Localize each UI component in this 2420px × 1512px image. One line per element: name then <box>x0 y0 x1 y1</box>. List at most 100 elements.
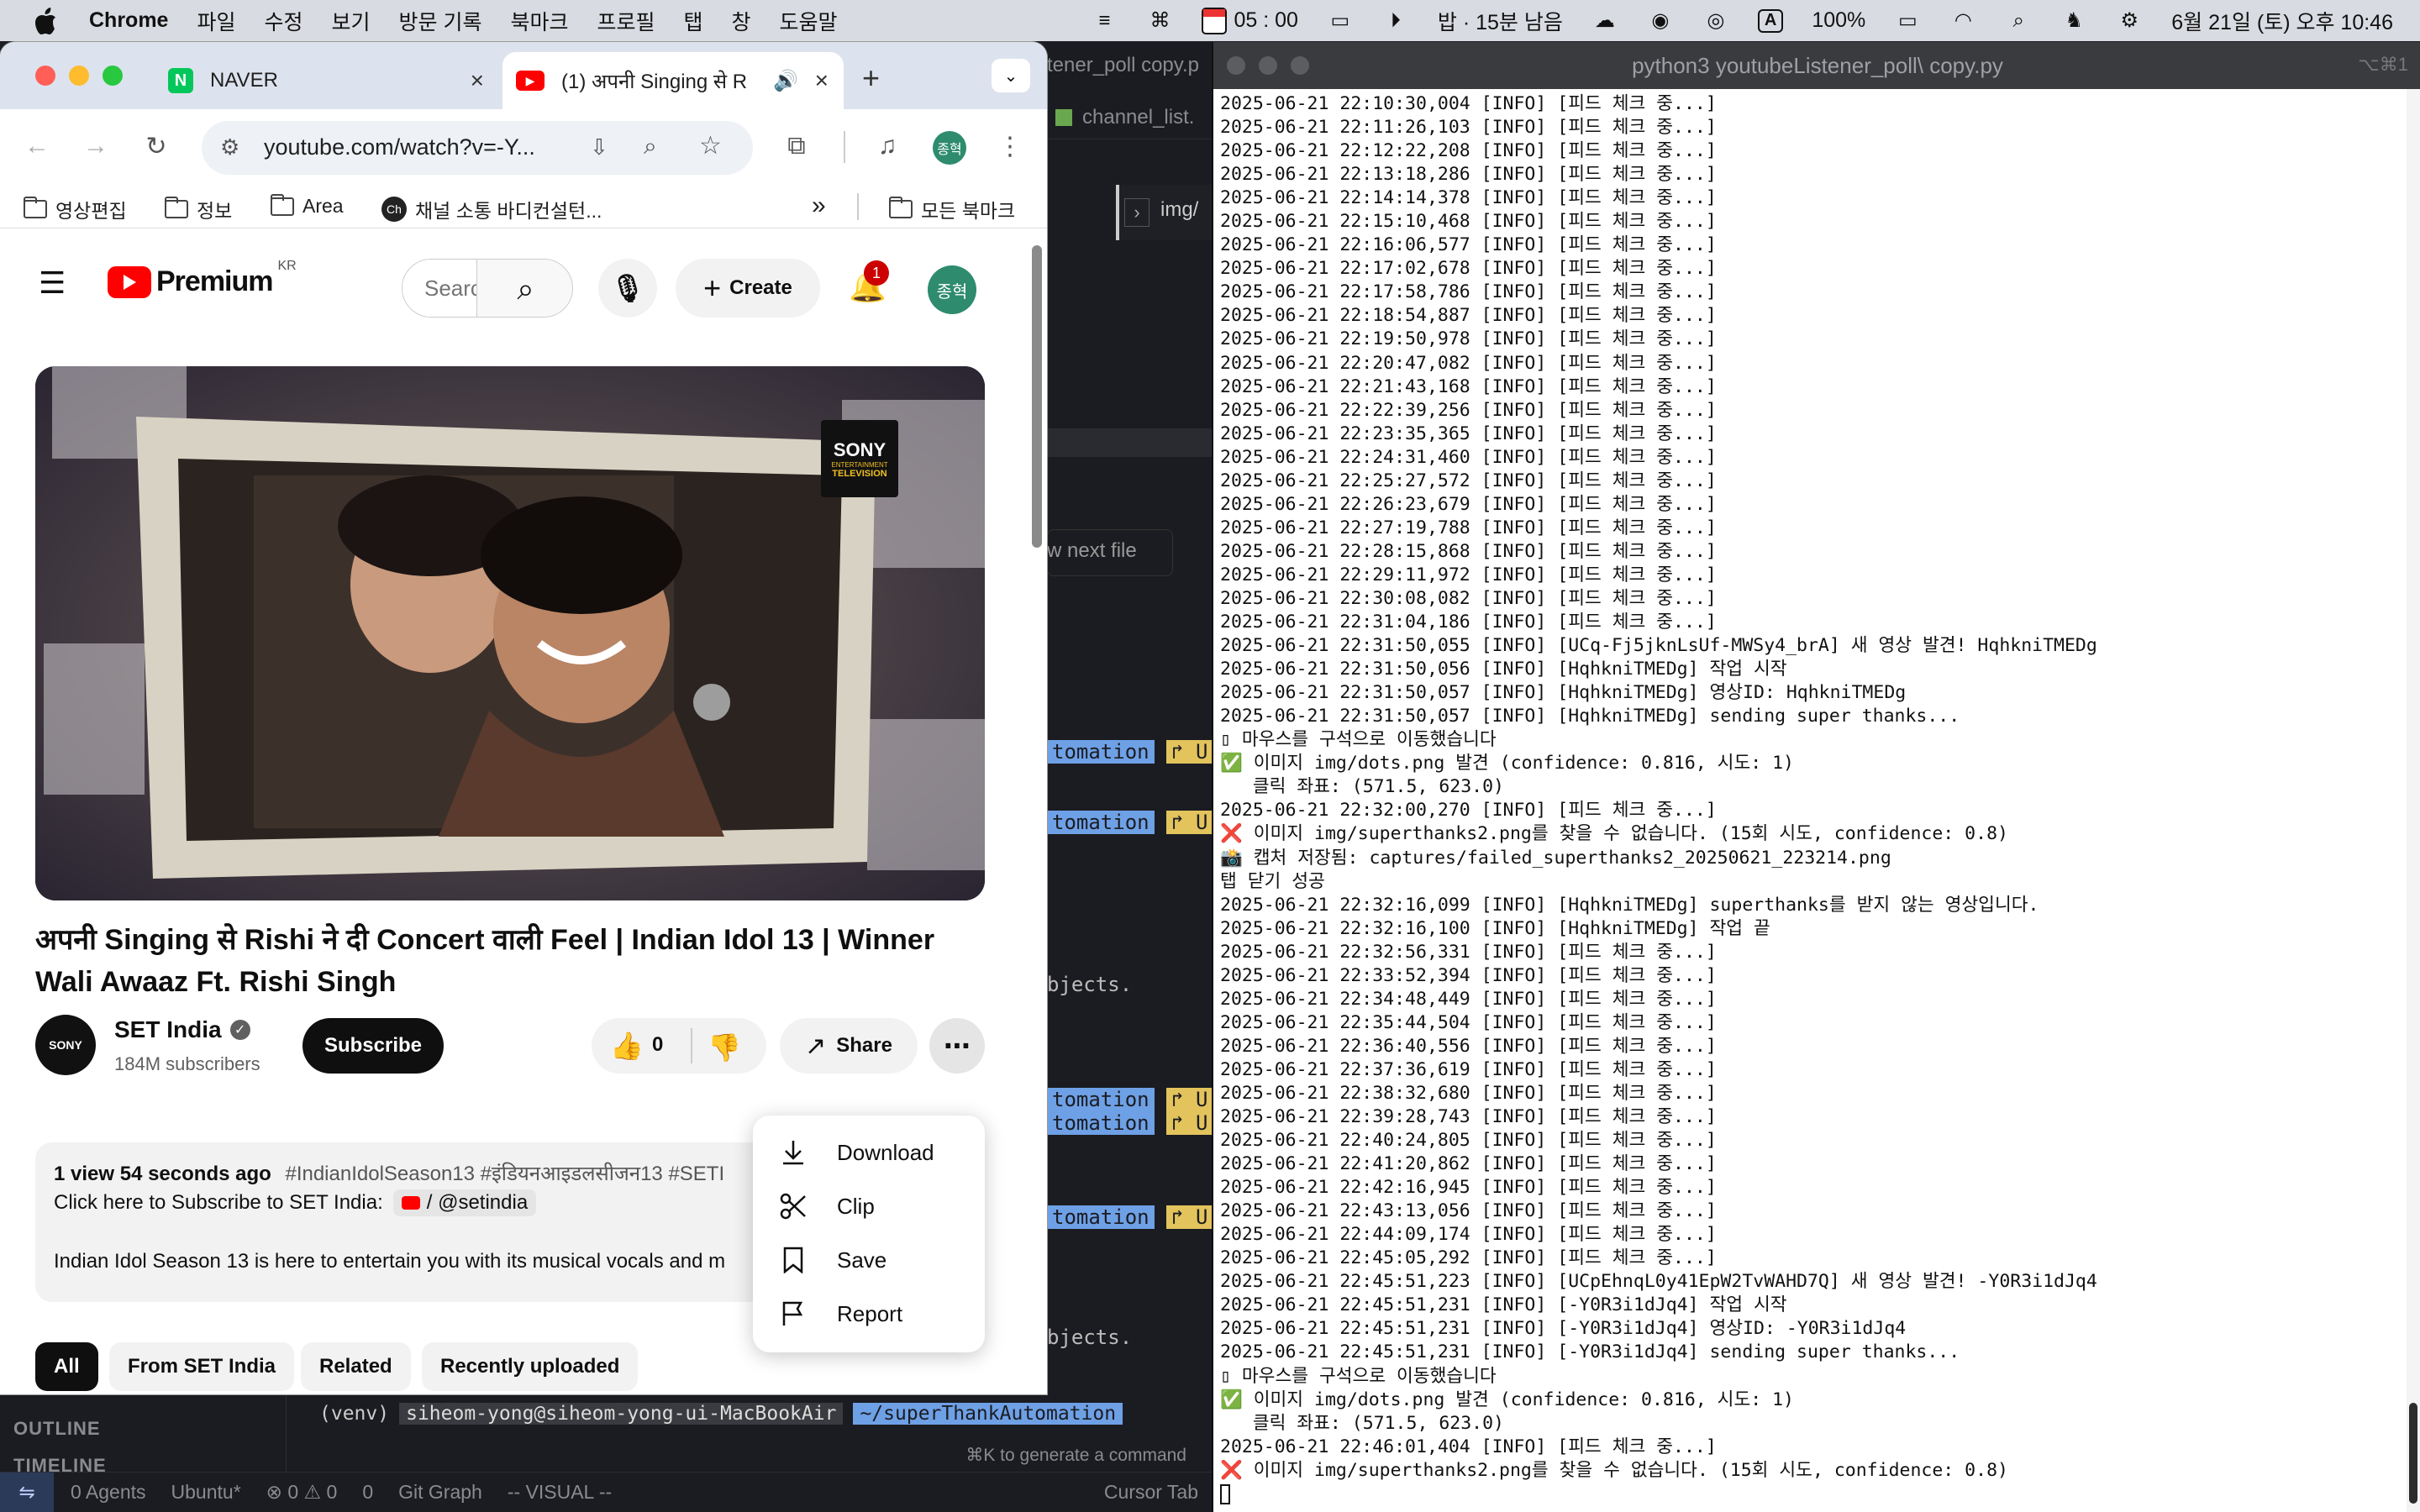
search-icon[interactable]: ⌕ <box>476 260 572 317</box>
search-input[interactable] <box>402 260 478 317</box>
line-app-icon[interactable]: ◉ <box>1647 9 1674 33</box>
remote-icon[interactable]: ⇋ <box>0 1472 54 1512</box>
like-button[interactable]: 👍 <box>610 1030 644 1062</box>
command-icon[interactable]: ⌘ <box>1146 9 1173 33</box>
hashtags[interactable]: #IndianIdolSeason13 #इंडियनआइडलसीजन13 #S… <box>285 1163 724 1185</box>
dislike-button[interactable]: 👎 <box>708 1032 741 1063</box>
minimize-window-button[interactable] <box>69 66 89 86</box>
menu-bookmarks[interactable]: 북마크 <box>510 6 568 36</box>
minimize-button[interactable] <box>1259 56 1277 75</box>
menu-file[interactable]: 파일 <box>197 6 235 36</box>
spotlight-search-icon[interactable]: ⌕ <box>2005 9 2032 33</box>
tab-search-icon[interactable]: ⌄ <box>992 59 1030 92</box>
menu-report[interactable]: Report <box>753 1287 985 1341</box>
editor-tab-listener[interactable]: tener_poll copy.p <box>1047 54 1199 77</box>
zoom-window-button[interactable] <box>103 66 123 86</box>
menu-tab[interactable]: 탭 <box>684 6 703 36</box>
menu-edit[interactable]: 수정 <box>264 6 302 36</box>
timer-widget[interactable]: 05 : 00 <box>1202 7 1298 34</box>
reload-icon[interactable]: ↻ <box>139 129 173 163</box>
wifi-icon[interactable]: ◠ <box>1949 9 1976 33</box>
audio-playing-icon[interactable]: 🔊 <box>773 69 798 93</box>
menu-window[interactable]: 창 <box>732 6 751 36</box>
channel-name[interactable]: SET India ✓ <box>114 1016 250 1043</box>
rice-timer[interactable]: 밥 · 15분 남음 <box>1438 6 1563 36</box>
back-icon[interactable]: ← <box>20 129 54 163</box>
chip-recently-uploaded[interactable]: Recently uploaded <box>422 1342 639 1391</box>
account-avatar[interactable]: 종혁 <box>928 265 976 314</box>
install-app-icon[interactable]: ⇩ <box>590 134 608 160</box>
share-button[interactable]: ↗ Share <box>780 1018 918 1074</box>
battery-percent[interactable]: 100% <box>1812 8 1865 33</box>
hamburger-menu-icon[interactable]: ☰ <box>39 265 66 301</box>
extensions-icon[interactable]: ⧉ <box>780 129 813 163</box>
bookmark-folder[interactable]: 영상편집 <box>24 195 127 223</box>
channel-avatar[interactable]: SONY <box>35 1015 96 1075</box>
menu-save[interactable]: Save <box>753 1233 985 1287</box>
media-controls-icon[interactable]: ♫ <box>871 129 904 163</box>
status-ports[interactable]: 0 <box>362 1481 373 1504</box>
close-tab-icon[interactable]: × <box>815 67 829 94</box>
chevron-right-icon[interactable]: › <box>1124 198 1150 227</box>
input-source-indicator[interactable]: A <box>1757 8 1784 33</box>
bookmark-star-icon[interactable]: ☆ <box>699 131 722 160</box>
chip-all[interactable]: All <box>35 1342 98 1391</box>
play-icon[interactable]: ⏵ <box>1382 9 1409 33</box>
search-box[interactable]: ⌕ <box>402 259 573 318</box>
profile-avatar[interactable]: 종혁 <box>933 131 966 165</box>
menu-view[interactable]: 보기 <box>332 6 371 36</box>
forward-icon[interactable]: → <box>79 129 113 163</box>
address-bar[interactable]: ⚙ youtube.com/watch?v=-Y... ⇩ ⌕ ☆ <box>202 121 753 175</box>
status-problems[interactable]: ⊗ 0 ⚠ 0 <box>266 1481 338 1504</box>
stack-icon[interactable]: ≡ <box>1091 9 1118 33</box>
voice-search-icon[interactable]: 🎙 <box>598 259 657 318</box>
terminal-scrollbar[interactable] <box>2407 89 2420 1512</box>
tab-youtube[interactable]: ▶ (1) अपनी Singing से R 🔊 × <box>502 52 844 109</box>
zoom-icon[interactable]: ⌕ <box>644 133 657 160</box>
menu-clip[interactable]: Clip <box>753 1179 985 1233</box>
bookmarks-overflow-icon[interactable]: » <box>812 192 826 220</box>
site-settings-icon[interactable]: ⚙ <box>220 134 239 160</box>
zoom-button[interactable] <box>1291 56 1309 75</box>
bookmark-link[interactable]: Ch 채널 소통 바디컨설턴... <box>381 195 602 223</box>
terminal-window[interactable]: python3 youtubeListener_poll\ copy.py ⌥⌘… <box>1212 42 2420 1512</box>
url-text[interactable]: youtube.com/watch?v=-Y... <box>264 134 535 160</box>
close-button[interactable] <box>1227 56 1245 75</box>
create-button[interactable]: + Create <box>676 259 820 318</box>
menu-download[interactable]: Download <box>753 1126 985 1179</box>
window-icon[interactable]: ▭ <box>1327 9 1354 33</box>
channel-handle-link[interactable]: / @setindia <box>392 1189 537 1216</box>
control-center-icon[interactable]: ⚙ <box>2116 9 2143 33</box>
status-git-graph[interactable]: Git Graph <box>398 1481 482 1504</box>
tab-naver[interactable]: N NAVER × <box>155 52 499 109</box>
close-window-button[interactable] <box>35 66 55 86</box>
more-actions-icon[interactable]: ⋯ <box>929 1018 985 1074</box>
sidebar-outline[interactable]: OUTLINE <box>13 1418 101 1440</box>
menu-help[interactable]: 도움말 <box>780 6 838 36</box>
bookmark-folder[interactable]: 정보 <box>165 195 232 223</box>
video-player[interactable]: SONY ENTERTAINMENT TELEVISION <box>35 366 985 900</box>
next-file-link[interactable]: w next file <box>1047 539 1137 563</box>
menu-app-name[interactable]: Chrome <box>89 8 168 33</box>
close-tab-icon[interactable]: × <box>471 67 484 94</box>
status-agents[interactable]: 0 Agents <box>71 1481 146 1504</box>
battery-icon[interactable]: ▭ <box>1894 9 1921 33</box>
terminal-output[interactable]: 2025-06-21 22:10:30,004 [INFO] [피드 체크 중.… <box>1220 92 2405 1510</box>
all-bookmarks[interactable]: 모든 북마크 <box>889 195 1015 223</box>
apple-icon[interactable] <box>30 6 60 36</box>
menu-history[interactable]: 방문 기록 <box>399 6 482 36</box>
airdrop-icon[interactable]: ◎ <box>1702 9 1729 33</box>
more-menu-icon[interactable]: ⋮ <box>993 129 1027 163</box>
bookmark-folder[interactable]: Area <box>271 193 344 218</box>
menubar-datetime[interactable]: 6월 21일 (토) 오후 10:46 <box>2171 6 2393 36</box>
editor-tab-channel-list[interactable]: channel_list. <box>1082 106 1194 129</box>
chip-from-channel[interactable]: From SET India <box>109 1342 295 1391</box>
chip-related[interactable]: Related <box>301 1342 411 1391</box>
status-cursor-tab[interactable]: Cursor Tab <box>1104 1481 1198 1504</box>
horse-icon[interactable]: ♞ <box>2060 9 2087 33</box>
new-tab-button[interactable]: + <box>862 60 880 96</box>
subscribe-button[interactable]: Subscribe <box>302 1018 444 1074</box>
menu-profiles[interactable]: 프로필 <box>597 6 655 36</box>
status-branch[interactable]: Ubuntu* <box>171 1481 241 1504</box>
page-scrollbar[interactable] <box>1032 245 1042 548</box>
